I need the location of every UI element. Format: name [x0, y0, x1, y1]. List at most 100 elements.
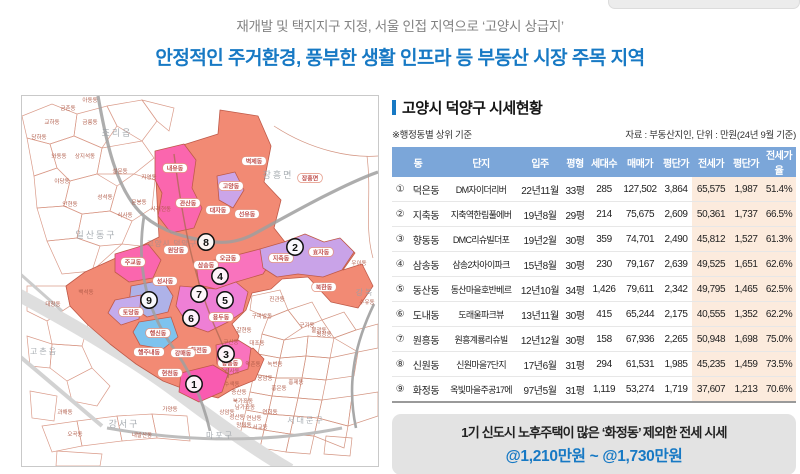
table-row: ⑤동산동동산마을호반베르12년10월34평1,42679,6112,34249,…	[392, 277, 796, 302]
panel-title-text: 고양시 덕양구 시세현황	[402, 97, 542, 118]
map-pill-text: 내유동	[167, 165, 184, 173]
table-cell: 31평	[562, 352, 588, 377]
table-cell: 동산동	[408, 277, 444, 302]
map-pill-label: 현천동	[158, 369, 183, 378]
map-area-label: 고촌읍	[30, 347, 58, 356]
map-marker: 5	[217, 292, 233, 308]
top-scrollbar[interactable]	[608, 0, 800, 9]
table-cell: 214	[588, 202, 620, 227]
map-pill-label: 토당동	[119, 308, 144, 317]
marker-number: 8	[203, 237, 209, 249]
column-header: 입주	[518, 147, 562, 177]
map-pill-label: 원당동	[164, 246, 189, 255]
table-cell: 70.6%	[762, 377, 796, 403]
marker-number: 3	[223, 349, 229, 361]
table-cell: 도내동	[408, 302, 444, 327]
table-row: ①덕은동DM자이더리버22년11월33평285127,5023,86465,57…	[392, 177, 796, 202]
table-cell: 1,719	[660, 377, 692, 403]
map-tiny-label: 교하동	[44, 118, 59, 126]
map-tiny-label: 가양동	[162, 405, 177, 413]
table-cell: 359	[588, 227, 620, 252]
table-cell: 2,342	[660, 277, 692, 302]
marker-number: 6	[188, 313, 194, 325]
map-pill-text: 삼송동	[198, 262, 215, 270]
table-cell: 294	[588, 352, 620, 377]
note-source: 자료 : 부동산지인, 단위 : 만원(24년 9월 기준)	[625, 127, 796, 141]
table-cell: ②	[392, 202, 408, 227]
map-pill-label: 행신동	[146, 329, 171, 338]
map-tiny-label: 수유동	[359, 299, 374, 306]
map-tiny-label: 과해동	[57, 408, 72, 416]
table-cell: 62.5%	[762, 277, 796, 302]
table-cell: 화정동	[408, 377, 444, 403]
table-cell: 67,936	[620, 327, 660, 352]
map-pill-text: 행신동	[150, 330, 167, 338]
table-cell: 도래울파크뷰	[444, 302, 518, 327]
table-cell: 31평	[562, 377, 588, 403]
district-map: 고양시 덕양구 조리읍장흥면일산동구고촌읍강서구강북마포구서대문구 아동동금촌동…	[21, 95, 379, 467]
map-tiny-label: 와동동	[51, 153, 66, 160]
table-cell: DM자이더리버	[444, 177, 518, 202]
table-cell: 65,575	[692, 177, 730, 202]
table-cell: 1,651	[730, 252, 762, 277]
map-tiny-label: 야당동	[54, 177, 69, 185]
map-tiny-label: 북가좌동	[233, 397, 253, 405]
column-header: 평단가	[730, 147, 762, 177]
map-pill-label: 행주내동	[134, 348, 165, 357]
note-criteria: ※행정동별 상위 기준	[392, 127, 472, 141]
table-cell: 12년12월	[518, 327, 562, 352]
map-pill-label: 고양동	[219, 182, 244, 191]
map-svg: 고양시 덕양구 조리읍장흥면일산동구고촌읍강서구강북마포구서대문구 아동동금촌동…	[22, 96, 378, 466]
table-cell: 삼송동	[408, 252, 444, 277]
map-tiny-label: 불광동	[311, 327, 326, 334]
table-cell: ①	[392, 177, 408, 202]
map-tiny-label: 당하동	[31, 133, 46, 141]
table-cell: 1,426	[588, 277, 620, 302]
table-cell: 75,675	[620, 202, 660, 227]
table-cell: 19년2월	[518, 227, 562, 252]
table-cell: 65,244	[620, 302, 660, 327]
map-tiny-label: 문봉동	[131, 199, 146, 206]
table-cell: 향동동	[408, 227, 444, 252]
map-pill-text: 관산동	[180, 200, 197, 208]
table-row: ⑨화정동옥빛마을주공17에97년5월31평1,11953,2741,71937,…	[392, 377, 796, 403]
map-tiny-label: 성석동	[97, 193, 112, 201]
table-cell: 30평	[562, 227, 588, 252]
table-cell: 51.4%	[762, 177, 796, 202]
map-pill-label: 관산동	[176, 199, 201, 208]
summary-line2: @1,210만원 ~ @1,730만원	[394, 444, 794, 466]
map-area-label: 일산동구	[75, 230, 116, 240]
table-cell: 49,525	[692, 252, 730, 277]
column-header: 매매가	[620, 147, 660, 177]
table-cell: 1,698	[730, 327, 762, 352]
map-tiny-label: 연남동	[246, 414, 261, 422]
table-cell: 2,490	[660, 227, 692, 252]
map-pill-label: 삼송동	[194, 261, 219, 270]
table-cell: ③	[392, 227, 408, 252]
map-pill-label: 내유동	[163, 164, 188, 173]
map-pill-text: 벽제동	[246, 158, 263, 166]
map-tiny-label: 수색동	[224, 380, 239, 388]
marker-number: 2	[292, 242, 298, 254]
summary-line1: 1기 신도시 노후주택이 많은 ‘화정동’ 제외한 전세 시세	[394, 422, 794, 441]
map-tiny-label: 서교동	[252, 423, 267, 431]
table-cell: 2,265	[660, 327, 692, 352]
table-row: ⑦원흥동원흥계룡리슈빌12년12월30평15867,9362,26550,948…	[392, 327, 796, 352]
map-tiny-label: 식사동	[117, 211, 132, 219]
map-tiny-label: 아동동	[82, 96, 97, 104]
table-cell: ⑧	[392, 352, 408, 377]
map-tiny-label: 진관동	[269, 295, 284, 303]
table-cell: ④	[392, 252, 408, 277]
table-cell: ⑨	[392, 377, 408, 403]
table-cell: 30평	[562, 252, 588, 277]
column-header: 세대수	[588, 147, 620, 177]
table-cell: 동산마을호반베르	[444, 277, 518, 302]
map-pill-label: 효자동	[309, 248, 334, 257]
table-cell: 12년10월	[518, 277, 562, 302]
table-cell: 45,235	[692, 352, 730, 377]
title-accent-bar	[392, 100, 396, 115]
map-tiny-label: 구산동	[223, 338, 238, 346]
table-cell: 49,795	[692, 277, 730, 302]
table-cell: 3,864	[660, 177, 692, 202]
table-cell: 30평	[562, 327, 588, 352]
